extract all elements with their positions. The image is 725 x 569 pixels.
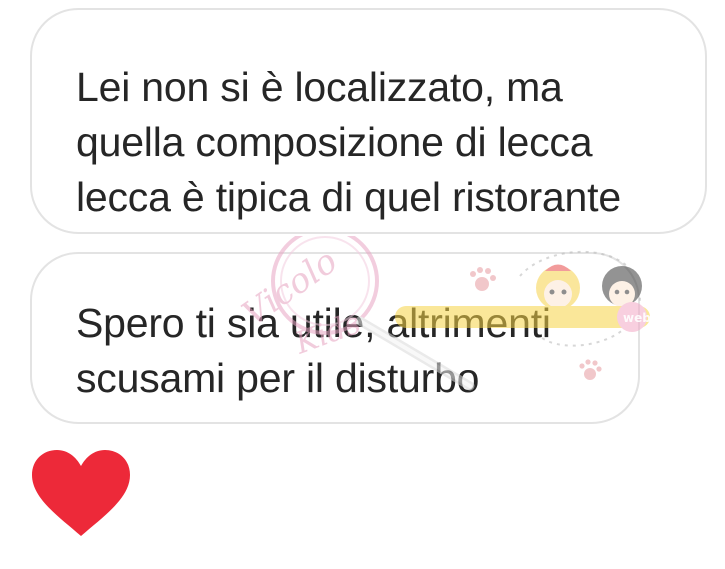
message-text-line: quella composizione di lecca bbox=[76, 119, 593, 165]
chat-screen: Lei non si è localizzato, ma quella comp… bbox=[0, 0, 725, 569]
message-text-line: lecca è tipica di quel ristorante bbox=[76, 174, 621, 220]
message-text-line: scusami per il disturbo bbox=[76, 355, 480, 401]
message-text-line: Lei non si è localizzato, ma bbox=[76, 64, 563, 110]
message-bubble[interactable]: Spero ti sia utile, altrimenti scusami p… bbox=[30, 252, 640, 424]
message-bubble[interactable]: Lei non si è localizzato, ma quella comp… bbox=[30, 8, 707, 234]
message-text-line: Spero ti sia utile, altrimenti bbox=[76, 300, 551, 346]
heart-icon[interactable] bbox=[30, 448, 132, 538]
